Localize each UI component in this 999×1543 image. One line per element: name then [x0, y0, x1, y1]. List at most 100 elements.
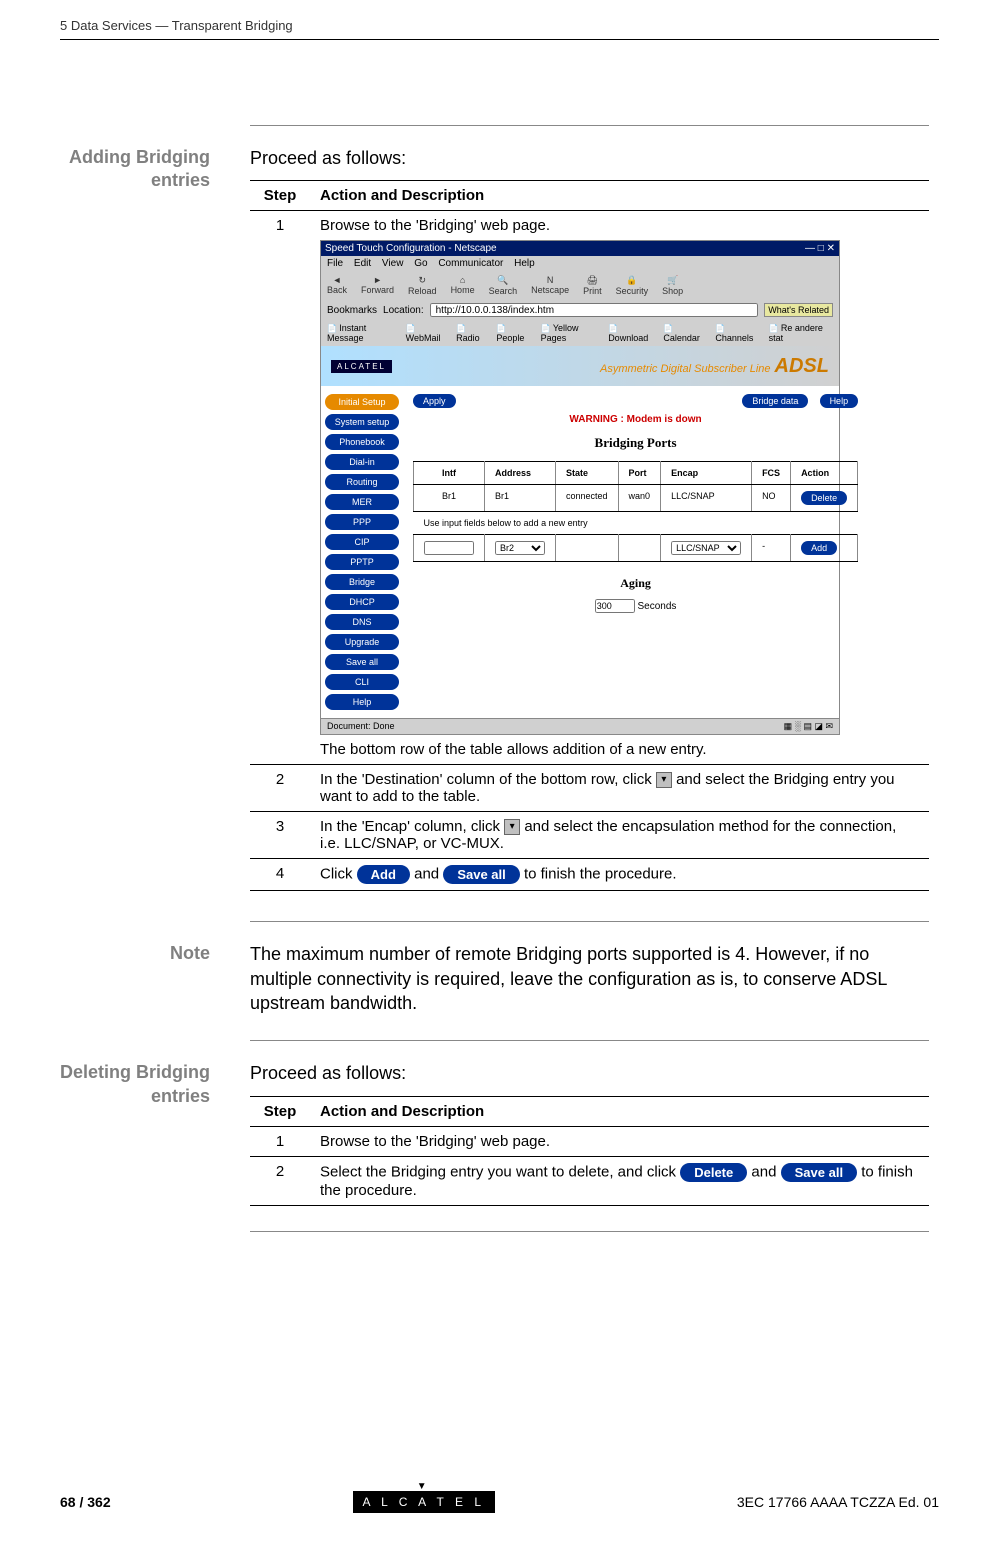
col-port: Port	[618, 462, 661, 485]
delete-row-button[interactable]: Delete	[801, 491, 847, 505]
new-address[interactable]: Br2	[485, 535, 556, 562]
tb-print[interactable]: 🖨Print	[583, 275, 602, 296]
side-heading-deleting: Deleting Bridging entries	[60, 1061, 220, 1108]
nav-bridge[interactable]: Bridge	[325, 574, 399, 590]
step-2: 2	[250, 765, 310, 812]
banner-adsl: ADSL	[775, 355, 829, 378]
location-input[interactable]	[430, 303, 759, 317]
del-step-2: 2	[250, 1156, 310, 1205]
page-header: 5 Data Services — Transparent Bridging	[60, 0, 939, 39]
del-step-2-action: Select the Bridging entry you want to de…	[310, 1156, 929, 1205]
link-people[interactable]: People	[496, 323, 532, 343]
tb-back[interactable]: ◄Back	[327, 275, 347, 296]
main-config-pane: Apply Bridge data Help WARNING : Modem i…	[403, 386, 868, 718]
apply-button[interactable]: Apply	[413, 394, 456, 408]
banner-tagline: Asymmetric Digital Subscriber Line	[600, 363, 771, 375]
nav-dns[interactable]: DNS	[325, 614, 399, 630]
toolbar: ◄Back ►Forward ↻Reload ⌂Home 🔍Search NNe…	[321, 271, 839, 300]
side-heading-adding: Adding Bridging entries	[60, 146, 220, 193]
step-1-action: Browse to the 'Bridging' web page. Speed…	[310, 211, 929, 765]
tb-search[interactable]: 🔍Search	[489, 275, 518, 296]
location-label: Location:	[383, 305, 424, 316]
brand-logo: ALCATEL	[331, 360, 392, 373]
doc-id: 3EC 17766 AAAA TCZZA Ed. 01	[737, 1494, 939, 1510]
delete-button-pill[interactable]: Delete	[680, 1163, 747, 1182]
link-yellow[interactable]: Yellow Pages	[541, 323, 601, 343]
tb-forward[interactable]: ►Forward	[361, 275, 394, 296]
nav-upgrade[interactable]: Upgrade	[325, 634, 399, 650]
menu-help[interactable]: Help	[514, 258, 535, 269]
step-2-action: In the 'Destination' column of the botto…	[310, 765, 929, 812]
cell-address: Br1	[485, 485, 556, 512]
bookmarks-label[interactable]: Bookmarks	[327, 305, 377, 316]
nav-cip[interactable]: CIP	[325, 534, 399, 550]
tb-home[interactable]: ⌂Home	[451, 275, 475, 296]
section2-intro: Proceed as follows:	[250, 1061, 929, 1085]
menu-edit[interactable]: Edit	[354, 258, 371, 269]
add-row-button[interactable]: Add	[801, 541, 837, 555]
bridging-ports-heading: Bridging Ports	[413, 435, 858, 451]
add-entry-hint: Use input fields below to add a new entr…	[414, 512, 858, 535]
deleting-procedure-table: Step Action and Description 1 Browse to …	[250, 1096, 929, 1206]
tb-reload[interactable]: ↻Reload	[408, 275, 437, 296]
adding-procedure-table: Step Action and Description 1 Browse to …	[250, 180, 929, 891]
link-webmail[interactable]: WebMail	[406, 323, 448, 343]
new-intf[interactable]	[414, 535, 485, 562]
side-heading-note: Note	[60, 942, 220, 965]
adsl-banner: ALCATEL Asymmetric Digital Subscriber Li…	[321, 346, 839, 386]
step1-text-before: Browse to the 'Bridging' web page.	[320, 217, 550, 234]
nav-routing[interactable]: Routing	[325, 474, 399, 490]
section-rule	[250, 125, 929, 126]
nav-dialin[interactable]: Dial-in	[325, 454, 399, 470]
section-rule	[250, 1040, 929, 1041]
link-download[interactable]: Download	[608, 323, 655, 343]
menu-communicator[interactable]: Communicator	[438, 258, 503, 269]
help-button[interactable]: Help	[820, 394, 859, 408]
add-button-pill[interactable]: Add	[357, 865, 410, 884]
nav-cli[interactable]: CLI	[325, 674, 399, 690]
nav-saveall[interactable]: Save all	[325, 654, 399, 670]
new-encap[interactable]: LLC/SNAP	[661, 535, 752, 562]
link-channels[interactable]: Channels	[715, 323, 760, 343]
menu-go[interactable]: Go	[414, 258, 427, 269]
cell-fcs: NO	[752, 485, 791, 512]
cell-port: wan0	[618, 485, 661, 512]
personal-toolbar: Instant Message WebMail Radio People Yel…	[321, 320, 839, 346]
saveall-button-pill[interactable]: Save all	[781, 1163, 857, 1182]
dropdown-icon[interactable]: ▾	[504, 819, 520, 835]
col-action: Action	[791, 462, 858, 485]
tb-security[interactable]: 🔒Security	[616, 275, 649, 296]
link-radio[interactable]: Radio	[456, 323, 488, 343]
footer-brand-logo: A L C A T E L	[353, 1491, 496, 1513]
aging-input[interactable]	[595, 599, 635, 613]
saveall-button-pill[interactable]: Save all	[443, 865, 519, 884]
nav-dhcp[interactable]: DHCP	[325, 594, 399, 610]
link-real[interactable]: Re andere stat	[769, 323, 833, 343]
page-footer: 68 / 362 A L C A T E L 3EC 17766 AAAA TC…	[60, 1491, 939, 1513]
page-number: 68 / 362	[60, 1494, 111, 1510]
link-calendar[interactable]: Calendar	[663, 323, 707, 343]
statusbar: Document: Done ▦ ░ ▤ ◪ ✉	[321, 718, 839, 734]
warning-text: WARNING : Modem is down	[413, 414, 858, 425]
menu-file[interactable]: File	[327, 258, 343, 269]
status-icons: ▦ ░ ▤ ◪ ✉	[784, 721, 833, 732]
whats-related-button[interactable]: What's Related	[764, 303, 833, 317]
config-sidebar: Initial Setup System setup Phonebook Dia…	[321, 386, 403, 718]
col-encap: Encap	[661, 462, 752, 485]
nav-mer[interactable]: MER	[325, 494, 399, 510]
col-address: Address	[485, 462, 556, 485]
link-instant[interactable]: Instant Message	[327, 323, 398, 343]
tb-shop[interactable]: 🛒Shop	[662, 275, 683, 296]
menu-view[interactable]: View	[382, 258, 404, 269]
dropdown-icon[interactable]: ▾	[656, 772, 672, 788]
nav-pptp[interactable]: PPTP	[325, 554, 399, 570]
col-action: Action and Description	[310, 181, 929, 211]
tb-netscape[interactable]: NNetscape	[531, 275, 569, 296]
bridge-data-button[interactable]: Bridge data	[742, 394, 808, 408]
nav-ppp[interactable]: PPP	[325, 514, 399, 530]
nav-help[interactable]: Help	[325, 694, 399, 710]
step1-text-after: The bottom row of the table allows addit…	[320, 741, 707, 758]
nav-phonebook[interactable]: Phonebook	[325, 434, 399, 450]
nav-system-setup[interactable]: System setup	[325, 414, 399, 430]
nav-initial-setup[interactable]: Initial Setup	[325, 394, 399, 410]
